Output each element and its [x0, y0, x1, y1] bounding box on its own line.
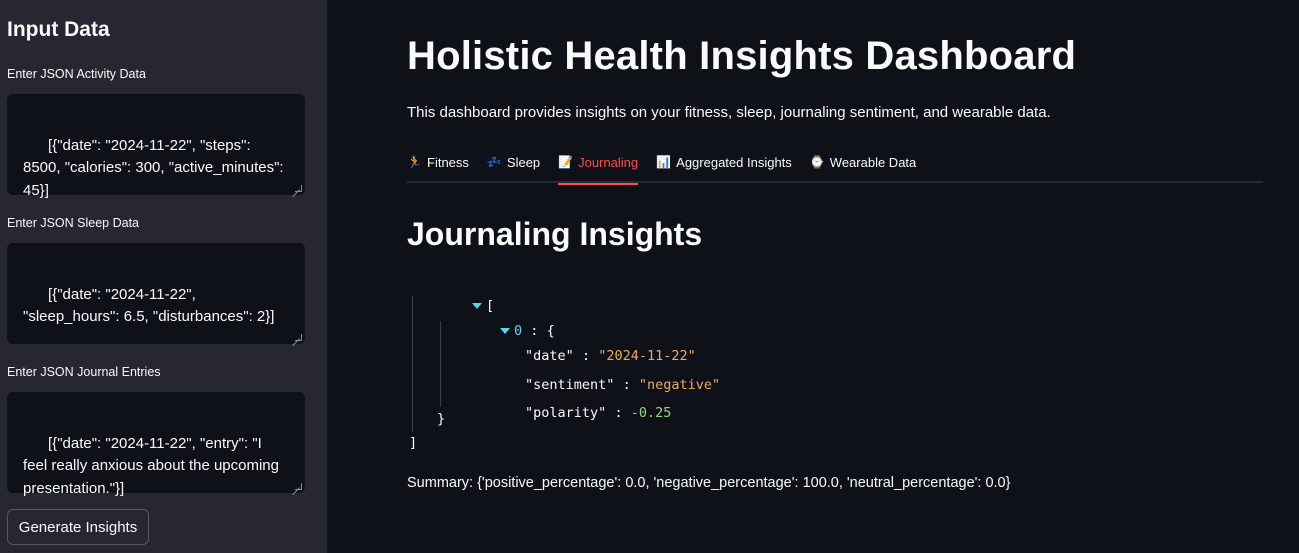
tab-wearable-data[interactable]: ⌚ Wearable Data: [810, 143, 916, 183]
sleep-data-value: [{"date": "2024-11-22", "sleep_hours": 6…: [23, 285, 275, 326]
generate-insights-button[interactable]: Generate Insights: [7, 509, 149, 545]
memo-icon: 📝: [558, 155, 574, 169]
page-title: Holistic Health Insights Dashboard: [407, 34, 1077, 78]
sentiment-summary: Summary: {'positive_percentage': 0.0, 'n…: [407, 475, 1011, 491]
journal-entries-label: Enter JSON Journal Entries: [7, 365, 161, 379]
json-close-bracket: ]: [409, 435, 418, 451]
json-entry-polarity: "polarity" : -0.25: [525, 405, 672, 421]
json-indent-guide: [440, 321, 441, 407]
tab-label: Wearable Data: [829, 154, 917, 170]
json-key: "polarity": [525, 405, 607, 421]
main-content: Holistic Health Insights Dashboard This …: [327, 0, 1299, 553]
json-viewer: [ 0 : { "date" : "2024-11-22" "sentiment…: [407, 276, 1007, 456]
sleep-data-textarea[interactable]: [{"date": "2024-11-22", "sleep_hours": 6…: [7, 243, 305, 344]
activity-data-label: Enter JSON Activity Data: [7, 67, 146, 81]
tab-label: Fitness: [427, 154, 469, 170]
resize-handle-icon[interactable]: [295, 334, 302, 341]
resize-handle-icon[interactable]: [295, 483, 302, 490]
tab-journaling[interactable]: 📝 Journaling: [558, 143, 639, 185]
json-number-value: -0.25: [630, 405, 672, 421]
journal-entries-textarea[interactable]: [{"date": "2024-11-22", "entry": "I feel…: [7, 392, 305, 497]
activity-data-textarea[interactable]: [{"date": "2024-11-22", "steps": 8500, "…: [7, 94, 305, 199]
tab-fitness[interactable]: 🏃 Fitness: [407, 143, 469, 183]
sleep-data-label: Enter JSON Sleep Data: [7, 216, 140, 230]
sidebar-title: Input Data: [7, 18, 110, 41]
running-person-icon: 🏃: [407, 155, 422, 169]
json-indent-guide: [412, 296, 413, 432]
tab-aggregated-insights[interactable]: 📊 Aggregated Insights: [656, 143, 792, 183]
chart-icon: 📊: [656, 155, 672, 169]
page-description: This dashboard provides insights on your…: [407, 104, 1051, 121]
tab-label: Sleep: [506, 154, 541, 170]
journal-entries-value: [{"date": "2024-11-22", "entry": "I feel…: [23, 434, 284, 497]
json-close-brace: }: [437, 411, 446, 427]
watch-icon: ⌚: [809, 155, 825, 169]
zzz-icon: 💤: [486, 155, 502, 169]
app-root: Input Data Enter JSON Activity Data [{"d…: [0, 0, 1299, 553]
sidebar: Input Data Enter JSON Activity Data [{"d…: [0, 0, 327, 553]
resize-handle-icon[interactable]: [295, 185, 302, 192]
tab-label: Journaling: [578, 154, 639, 170]
tab-sleep[interactable]: 💤 Sleep: [487, 143, 540, 183]
activity-data-value: [{"date": "2024-11-22", "steps": 8500, "…: [23, 136, 288, 199]
tab-bar: 🏃 Fitness 💤 Sleep 📝 Journaling 📊 Aggrega…: [407, 143, 1263, 185]
section-title: Journaling Insights: [407, 216, 703, 252]
tab-label: Aggregated Insights: [676, 154, 792, 170]
